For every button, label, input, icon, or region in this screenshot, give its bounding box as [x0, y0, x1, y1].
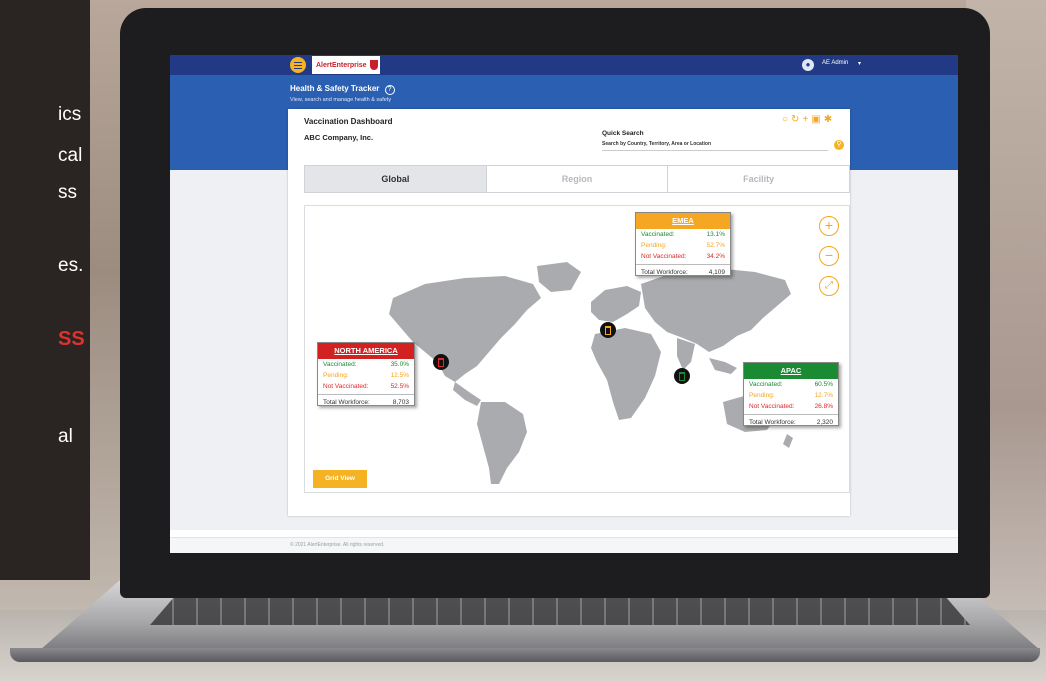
- zoom-out-icon[interactable]: −: [819, 246, 839, 266]
- help-icon[interactable]: ?: [384, 85, 395, 95]
- hamburger-menu-icon[interactable]: [290, 57, 306, 73]
- total-workforce-label: Total Workforce:: [641, 269, 688, 276]
- quick-search-underline: [602, 150, 828, 151]
- not-vaccinated-label: Not Vaccinated:: [323, 383, 369, 390]
- background-poster-text: ics cal ss es. SS al: [0, 0, 90, 580]
- new-zealand-shape: [783, 434, 793, 448]
- south-america-shape: [477, 402, 527, 484]
- user-menu-caret-icon[interactable]: ▾: [858, 60, 861, 67]
- grid-view-button[interactable]: Grid View: [313, 470, 367, 488]
- region-card-apac[interactable]: APAC Vaccinated: 60.5% Pending: 12.7% No…: [743, 362, 839, 426]
- not-vaccinated-value: 26.8%: [814, 403, 833, 410]
- page-footer: © 2021 AlertEnterprise. All rights reser…: [170, 537, 958, 553]
- total-workforce-label: Total Workforce:: [749, 419, 796, 426]
- central-america-shape: [453, 382, 481, 406]
- user-name[interactable]: AE Admin: [822, 60, 848, 66]
- pending-value: 52.7%: [706, 242, 725, 249]
- app-logo[interactable]: AlertEnterprise: [312, 56, 380, 74]
- region-card-north-america[interactable]: NORTH AMERICA Vaccinated: 35.0% Pending:…: [317, 342, 415, 406]
- pending-label: Pending:: [749, 392, 775, 399]
- view-tabs: Global Region Facility: [304, 165, 850, 193]
- not-vaccinated-row: Not Vaccinated: 34.2%: [636, 251, 730, 262]
- emea-location-pin-icon[interactable]: [600, 322, 616, 338]
- tab-facility[interactable]: Facility: [667, 166, 850, 192]
- save-icon[interactable]: ▣: [811, 115, 820, 125]
- vaccinated-label: Vaccinated:: [749, 381, 783, 388]
- total-workforce-row: Total Workforce: 4,109: [636, 264, 730, 276]
- not-vaccinated-label: Not Vaccinated:: [749, 403, 795, 410]
- poster-text-fragment: ss: [58, 182, 77, 203]
- pending-row: Pending: 52.7%: [636, 240, 730, 251]
- page-description: View, search and manage health & safety: [290, 97, 392, 103]
- poster-text-fragment: al: [58, 426, 73, 447]
- apac-location-pin-icon[interactable]: [674, 368, 690, 384]
- poster-text-fragment: es.: [58, 255, 84, 276]
- poster-text-fragment: cal: [58, 145, 83, 166]
- vaccinated-value: 35.0%: [390, 361, 409, 368]
- copyright-text: © 2021 AlertEnterprise. All rights reser…: [290, 542, 385, 548]
- refresh-icon[interactable]: ○: [782, 115, 788, 125]
- total-workforce-row: Total Workforce: 8,703: [318, 394, 414, 406]
- quick-search-label: Quick Search: [602, 130, 644, 137]
- india-shape: [677, 338, 695, 370]
- africa-shape: [591, 328, 661, 420]
- page-title: Health & Safety Tracker ?: [290, 84, 395, 95]
- dashboard-title: Vaccination Dashboard: [304, 117, 393, 126]
- vaccinated-value: 60.5%: [814, 381, 833, 388]
- tab-region[interactable]: Region: [485, 166, 668, 192]
- pending-label: Pending:: [323, 372, 349, 379]
- region-card-emea[interactable]: EMEA Vaccinated: 13.1% Pending: 52.7% No…: [635, 212, 731, 276]
- tab-global[interactable]: Global: [305, 166, 486, 192]
- not-vaccinated-label: Not Vaccinated:: [641, 253, 687, 260]
- logo-text: AlertEnterprise: [316, 61, 367, 69]
- page-title-text: Health & Safety Tracker: [290, 84, 380, 93]
- pending-row: Pending: 12.5%: [318, 370, 414, 381]
- europe-shape: [591, 286, 641, 322]
- dashboard-toolbar: ○ ↻ + ▣ ✱: [782, 115, 832, 125]
- north-america-location-pin-icon[interactable]: [433, 354, 449, 370]
- laptop-base-edge: [10, 648, 1040, 662]
- world-map[interactable]: + − ⤢ NORTH AMERICA Vaccinated: 35.0% Pe…: [304, 205, 850, 493]
- quick-search-input[interactable]: Search by Country, Territory, Area or Lo…: [602, 141, 711, 147]
- vaccinated-row: Vaccinated: 13.1%: [636, 229, 730, 240]
- pending-label: Pending:: [641, 242, 667, 249]
- pending-row: Pending: 12.7%: [744, 390, 838, 401]
- dashboard-card: Vaccination Dashboard ABC Company, Inc. …: [288, 109, 850, 516]
- company-name: ABC Company, Inc.: [304, 133, 374, 142]
- not-vaccinated-value: 52.5%: [390, 383, 409, 390]
- pending-value: 12.7%: [814, 392, 833, 399]
- zoom-in-icon[interactable]: +: [819, 216, 839, 236]
- total-workforce-value: 4,109: [708, 269, 725, 276]
- vaccinated-label: Vaccinated:: [641, 231, 675, 238]
- vaccinated-row: Vaccinated: 60.5%: [744, 379, 838, 390]
- vaccinated-row: Vaccinated: 35.0%: [318, 359, 414, 370]
- user-avatar-icon[interactable]: ●: [802, 59, 814, 71]
- poster-text-fragment: SS: [58, 328, 85, 350]
- top-nav-bar: AlertEnterprise ● AE Admin ▾: [170, 55, 958, 75]
- total-workforce-value: 2,320: [816, 419, 833, 426]
- greenland-shape: [537, 262, 581, 292]
- settings-icon[interactable]: ✱: [824, 115, 832, 125]
- region-card-title: NORTH AMERICA: [318, 343, 414, 359]
- southeast-asia-shape: [709, 358, 737, 374]
- laptop-screen: AlertEnterprise ● AE Admin ▾ Health & Sa…: [170, 55, 958, 553]
- search-icon[interactable]: ⚲: [834, 140, 844, 150]
- poster-text-fragment: ics: [58, 104, 82, 125]
- not-vaccinated-row: Not Vaccinated: 52.5%: [318, 381, 414, 392]
- region-card-title: APAC: [744, 363, 838, 379]
- total-workforce-label: Total Workforce:: [323, 399, 370, 406]
- shield-logo-icon: [369, 60, 378, 70]
- vaccinated-value: 13.1%: [706, 231, 725, 238]
- pending-value: 12.5%: [390, 372, 409, 379]
- add-icon[interactable]: +: [802, 115, 808, 125]
- region-card-title: EMEA: [636, 213, 730, 229]
- total-workforce-row: Total Workforce: 2,320: [744, 414, 838, 426]
- vaccinated-label: Vaccinated:: [323, 361, 357, 368]
- not-vaccinated-value: 34.2%: [706, 253, 725, 260]
- sync-icon[interactable]: ↻: [791, 115, 799, 125]
- not-vaccinated-row: Not Vaccinated: 26.8%: [744, 401, 838, 412]
- total-workforce-value: 8,703: [392, 399, 409, 406]
- asia-shape: [641, 268, 791, 352]
- fit-screen-icon[interactable]: ⤢: [819, 276, 839, 296]
